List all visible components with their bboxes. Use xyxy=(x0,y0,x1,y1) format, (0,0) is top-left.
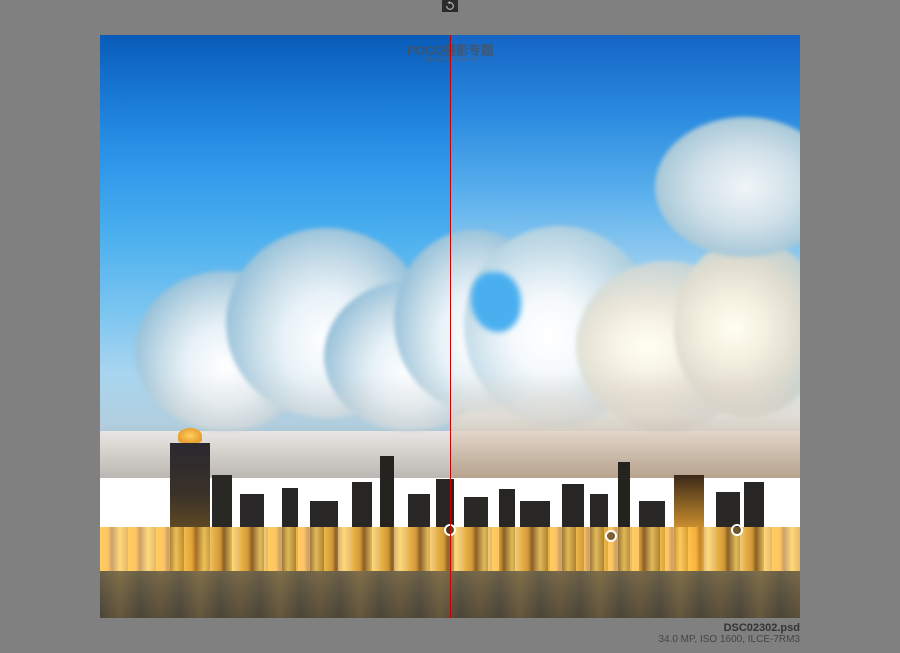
rotate-handle[interactable] xyxy=(442,0,458,12)
file-name: DSC02302.psd xyxy=(658,622,800,634)
control-point[interactable] xyxy=(605,530,617,542)
split-divider[interactable] xyxy=(450,35,451,618)
image-preview[interactable]: POCO摄影专题 http://photo.poco.cn/ xyxy=(100,35,800,618)
control-point[interactable] xyxy=(731,524,743,536)
file-metadata: 34.0 MP, ISO 1600, ILCE-7RM3 xyxy=(658,634,800,645)
file-info: DSC02302.psd 34.0 MP, ISO 1600, ILCE-7RM… xyxy=(658,622,800,645)
rotate-icon xyxy=(445,1,455,11)
